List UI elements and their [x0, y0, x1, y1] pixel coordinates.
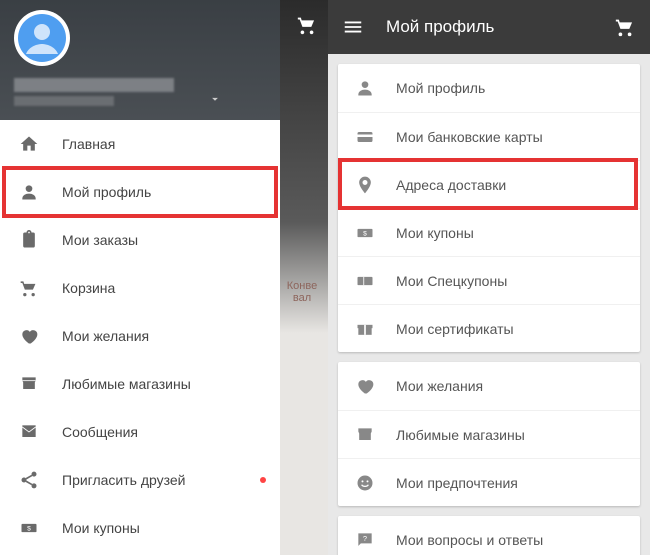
drawer-header	[0, 0, 280, 120]
item-wishlist[interactable]: Мои желания	[338, 362, 640, 410]
item-label: Мой профиль	[396, 80, 485, 96]
clipboard-icon	[18, 229, 40, 251]
email-redacted	[14, 96, 114, 106]
item-profile[interactable]: Мой профиль	[338, 64, 640, 112]
menu-item-profile[interactable]: Мой профиль	[0, 168, 280, 216]
cart-icon[interactable]	[614, 16, 636, 38]
profile-group-2: Мои желания Любимые магазины Мои предпоч…	[338, 362, 640, 506]
menu-item-orders[interactable]: Мои заказы	[0, 216, 280, 264]
share-icon	[18, 469, 40, 491]
heart-icon	[354, 375, 376, 397]
store-icon	[354, 424, 376, 446]
menu-label: Мой профиль	[62, 184, 151, 200]
item-label: Мои предпочтения	[396, 475, 518, 491]
menu-label: Сообщения	[62, 424, 138, 440]
menu-item-stores[interactable]: Любимые магазины	[0, 360, 280, 408]
mail-icon	[18, 421, 40, 443]
coupon-icon: $	[354, 222, 376, 244]
menu-label: Главная	[62, 136, 115, 152]
qa-icon: ?	[354, 529, 376, 551]
menu-label: Мои желания	[62, 328, 149, 344]
menu-item-wishlist[interactable]: Мои желания	[0, 312, 280, 360]
item-label: Мои банковские карты	[396, 129, 543, 145]
right-panel: Мой профиль Мой профиль Мои банковские к…	[328, 0, 650, 555]
menu-label: Любимые магазины	[62, 376, 191, 392]
svg-text:$: $	[363, 230, 367, 237]
app-bar: Мой профиль	[328, 0, 650, 54]
item-label: Мои сертификаты	[396, 321, 514, 337]
cart-icon[interactable]	[296, 14, 318, 36]
item-certificates[interactable]: Мои сертификаты	[338, 304, 640, 352]
item-label: Мои купоны	[396, 225, 474, 241]
smiley-icon	[354, 472, 376, 494]
item-cards[interactable]: Мои банковские карты	[338, 112, 640, 160]
username-redacted	[14, 78, 174, 92]
card-icon	[354, 126, 376, 148]
cart-icon	[18, 277, 40, 299]
notification-dot	[260, 477, 266, 483]
item-qa[interactable]: ? Мои вопросы и ответы	[338, 516, 640, 555]
avatar[interactable]	[14, 10, 70, 66]
home-icon	[18, 133, 40, 155]
item-label: Адреса доставки	[396, 177, 506, 193]
person-icon	[18, 181, 40, 203]
chevron-down-icon[interactable]	[208, 92, 222, 106]
item-label: Мои желания	[396, 378, 483, 394]
converter-label: Конве вал	[280, 280, 324, 304]
drawer-menu: Главная Мой профиль Мои заказы Корзина М…	[0, 120, 280, 552]
pin-icon	[354, 174, 376, 196]
coupon-icon: $	[18, 517, 40, 539]
item-label: Любимые магазины	[396, 427, 525, 443]
menu-item-coupons[interactable]: $ Мои купоны	[0, 504, 280, 552]
left-background-strip: Конве вал	[280, 0, 328, 555]
menu-item-cart[interactable]: Корзина	[0, 264, 280, 312]
svg-text:$: $	[27, 526, 31, 533]
item-preferences[interactable]: Мои предпочтения	[338, 458, 640, 506]
person-icon	[354, 77, 376, 99]
menu-label: Пригласить друзей	[62, 472, 186, 488]
item-fav-stores[interactable]: Любимые магазины	[338, 410, 640, 458]
gift-icon	[354, 318, 376, 340]
item-addresses[interactable]: Адреса доставки	[338, 160, 640, 208]
profile-group-3: ? Мои вопросы и ответы	[338, 516, 640, 555]
item-label: Мои Спецкупоны	[396, 273, 507, 289]
menu-item-messages[interactable]: Сообщения	[0, 408, 280, 456]
heart-icon	[18, 325, 40, 347]
menu-item-invite[interactable]: Пригласить друзей	[0, 456, 280, 504]
ticket-icon	[354, 270, 376, 292]
item-special-coupons[interactable]: Мои Спецкупоны	[338, 256, 640, 304]
left-panel: Конве вал Главная Мой профиль Мои заказы…	[0, 0, 328, 555]
menu-item-home[interactable]: Главная	[0, 120, 280, 168]
item-label: Мои вопросы и ответы	[396, 532, 543, 548]
item-coupons[interactable]: $ Мои купоны	[338, 208, 640, 256]
menu-label: Мои заказы	[62, 232, 138, 248]
menu-label: Мои купоны	[62, 520, 140, 536]
profile-group-1: Мой профиль Мои банковские карты Адреса …	[338, 64, 640, 352]
hamburger-icon[interactable]	[342, 16, 364, 38]
svg-text:?: ?	[363, 534, 367, 543]
menu-label: Корзина	[62, 280, 115, 296]
store-icon	[18, 373, 40, 395]
page-title: Мой профиль	[386, 17, 614, 37]
